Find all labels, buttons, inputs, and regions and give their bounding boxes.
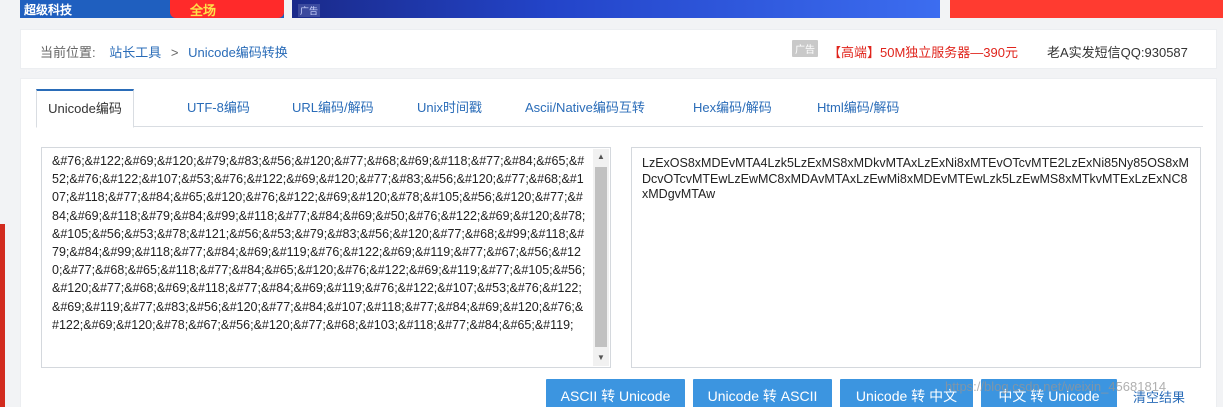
header-ad-link[interactable]: 【高端】50M独立服务器—390元 <box>828 42 1018 61</box>
top-ad-strip: 超级科技 全场 广告 <box>0 0 1223 18</box>
tab-ascii-native[interactable]: Ascii/Native编码互转 <box>525 89 645 127</box>
top-ad-center[interactable]: 广告 <box>292 0 940 18</box>
breadcrumb-prefix: 当前位置: <box>40 45 96 60</box>
main-panel: Unicode编码 UTF-8编码 URL编码/解码 Unix时间戳 Ascii… <box>20 78 1217 407</box>
output-text[interactable]: LzExOS8xMDEvMTA4Lzk5LzExMS8xMDkvMTAxLzEx… <box>642 156 1192 203</box>
scroll-down-icon[interactable]: ▼ <box>593 350 609 366</box>
tab-unicode[interactable]: Unicode编码 <box>36 89 134 128</box>
top-ad-left-brand: 超级科技 <box>24 3 73 17</box>
page: 超级科技 全场 广告 当前位置: 站长工具 > Unicode编码转换 广告 【… <box>0 0 1223 407</box>
tab-html[interactable]: Html编码/解码 <box>817 89 899 127</box>
header-qq-text[interactable]: 老A实发短信QQ:930587 <box>1047 42 1188 61</box>
input-text[interactable]: &#76;&#122;&#69;&#120;&#79;&#83;&#56;&#1… <box>52 152 588 364</box>
tab-bar: Unicode编码 UTF-8编码 URL编码/解码 Unix时间戳 Ascii… <box>36 89 1203 128</box>
top-ad-left[interactable]: 超级科技 全场 <box>20 0 284 18</box>
tab-url[interactable]: URL编码/解码 <box>292 89 374 127</box>
ad-label: 广告 <box>792 40 818 57</box>
scroll-up-icon[interactable]: ▲ <box>593 149 609 165</box>
breadcrumb-link-tools[interactable]: 站长工具 <box>109 45 161 60</box>
tab-unix-timestamp[interactable]: Unix时间戳 <box>417 89 482 127</box>
watermark: https://blog.csdn.net/weixin_45681814 <box>945 379 1167 394</box>
top-ad-right[interactable] <box>950 0 1223 18</box>
top-ad-center-mark: 广告 <box>298 4 321 17</box>
breadcrumb-bar: 当前位置: 站长工具 > Unicode编码转换 广告 【高端】50M独立服务器… <box>20 29 1217 69</box>
output-textarea[interactable]: LzExOS8xMDEvMTA4Lzk5LzExMS8xMDkvMTAxLzEx… <box>631 147 1201 368</box>
breadcrumb-link-unicode[interactable]: Unicode编码转换 <box>188 45 288 60</box>
breadcrumb-separator: > <box>170 45 179 60</box>
side-ad-edge <box>0 224 5 407</box>
top-ad-left-tag: 全场 <box>190 3 217 18</box>
breadcrumb: 当前位置: 站长工具 > Unicode编码转换 <box>40 42 288 61</box>
ascii-to-unicode-button[interactable]: ASCII 转 Unicode <box>546 379 685 407</box>
input-scrollbar[interactable]: ▲ ▼ <box>593 149 609 366</box>
top-ad-left-highlight <box>170 0 284 18</box>
input-textarea[interactable]: &#76;&#122;&#69;&#120;&#79;&#83;&#56;&#1… <box>41 147 611 368</box>
tab-hex[interactable]: Hex编码/解码 <box>693 89 772 127</box>
scrollbar-thumb[interactable] <box>595 167 607 347</box>
tab-utf8[interactable]: UTF-8编码 <box>187 89 250 127</box>
unicode-to-ascii-button[interactable]: Unicode 转 ASCII <box>693 379 832 407</box>
